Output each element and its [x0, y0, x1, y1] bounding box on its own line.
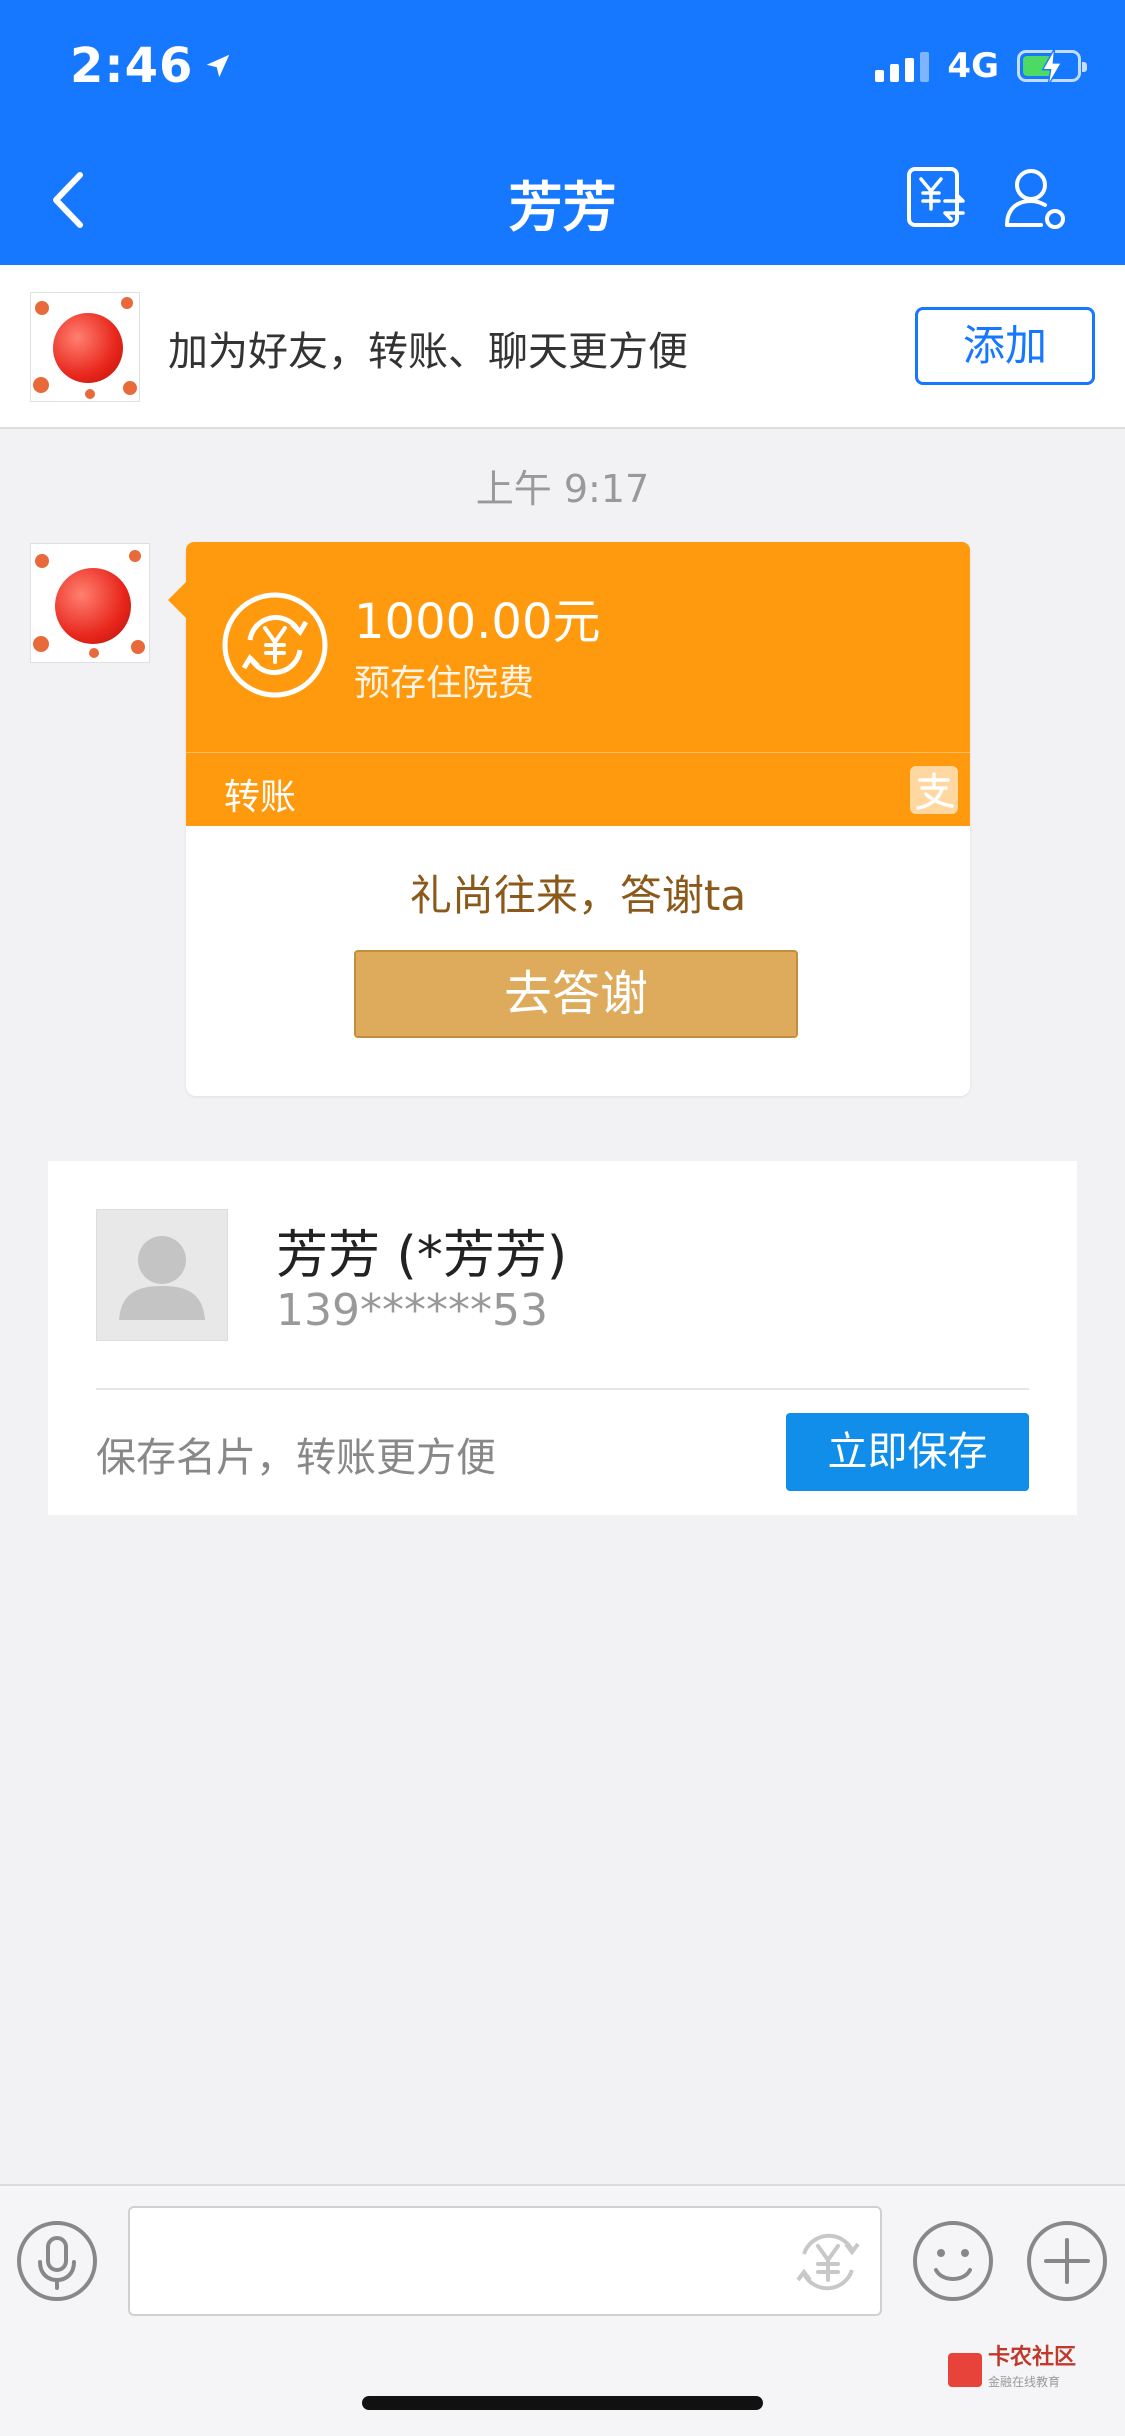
transfer-amount: 1000.00元	[354, 594, 601, 650]
thanks-button[interactable]: 去答谢	[354, 950, 798, 1038]
add-friend-text: 加为好友，转账、聊天更方便	[168, 329, 688, 375]
sender-avatar[interactable]	[30, 543, 150, 663]
watermark-subtitle: 金融在线教育	[988, 2375, 1061, 2389]
battery-icon	[1017, 48, 1087, 87]
network-type: 4G	[947, 46, 999, 86]
alipay-logo-icon	[910, 766, 958, 814]
watermark-title-text: 卡农社区	[988, 2345, 1077, 2370]
contact-name: 芳芳 (*芳芳)	[276, 1226, 568, 1286]
user-settings-icon[interactable]	[1003, 165, 1069, 231]
message-timestamp: 上午 9:17	[475, 467, 650, 511]
transfer-yuan-icon[interactable]	[905, 165, 967, 231]
contact-phone: 139******53	[276, 1285, 548, 1336]
status-time: 2:46	[70, 38, 233, 94]
thanks-text: 礼尚往来，答谢ta	[409, 871, 747, 920]
status-time-text: 2:46	[70, 38, 194, 94]
location-arrow-icon	[207, 54, 230, 78]
watermark-icon	[948, 2353, 982, 2387]
microphone-icon[interactable]	[16, 2220, 98, 2302]
card-divider	[186, 752, 970, 753]
transfer-message-card[interactable]: 1000.00元 预存住院费 转账 礼尚往来，答谢ta 去答谢	[168, 542, 970, 1096]
plus-icon[interactable]	[1026, 2220, 1108, 2302]
save-contact-button[interactable]: 立即保存	[786, 1413, 1029, 1491]
add-friend-banner: 加为好友，转账、聊天更方便 添加	[0, 265, 1125, 429]
emoji-icon[interactable]	[912, 2220, 994, 2302]
transfer-yuan-circle-icon	[222, 592, 328, 698]
transfer-yuan-icon[interactable]	[790, 2224, 866, 2300]
save-contact-hint: 保存名片，转账更方便	[96, 1435, 496, 1481]
watermark-title: 卡农社区 金融在线教育	[988, 2346, 1076, 2394]
contact-avatar	[96, 1209, 228, 1341]
avatar[interactable]	[30, 292, 140, 402]
message-input[interactable]	[130, 2208, 770, 2314]
status-right: 4G	[875, 46, 1087, 87]
home-indicator[interactable]	[362, 2396, 763, 2410]
contact-card: 芳芳 (*芳芳) 139******53 保存名片，转账更方便 立即保存	[48, 1161, 1077, 1515]
contact-divider	[96, 1388, 1029, 1390]
signal-icon	[875, 50, 930, 82]
transfer-type-label: 转账	[224, 777, 297, 818]
watermark-logo: 卡农社区 金融在线教育	[948, 2346, 1076, 2394]
add-friend-button[interactable]: 添加	[915, 307, 1095, 385]
transfer-card-header[interactable]: 1000.00元 预存住院费 转账	[168, 542, 970, 826]
transfer-note: 预存住院费	[354, 663, 535, 704]
header: 2:46 4G 芳芳	[0, 0, 1125, 265]
default-user-icon	[119, 1236, 205, 1320]
message-input-box[interactable]	[128, 2206, 882, 2316]
